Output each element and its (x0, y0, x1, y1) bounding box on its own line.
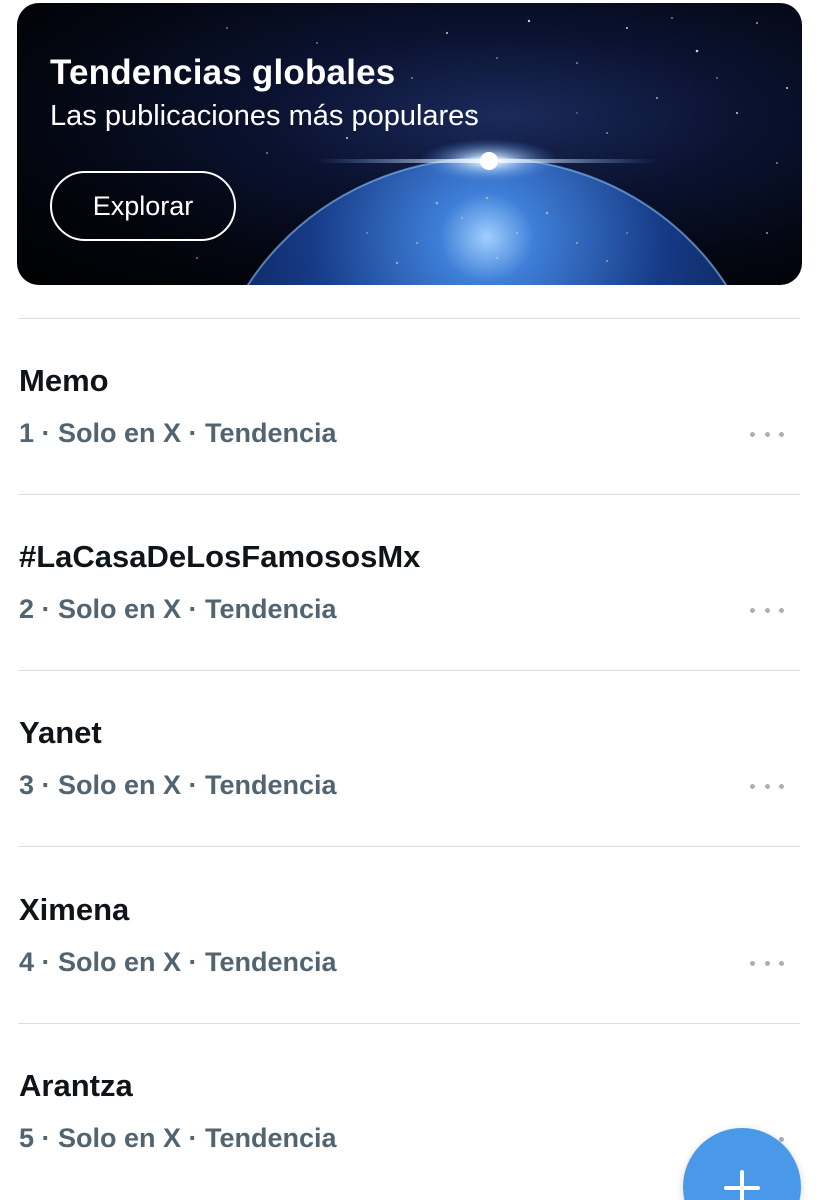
explore-page: Tendencias globales Las publicaciones má… (0, 0, 819, 1200)
trend-meta: 3 · Solo en X · Tendencia (19, 770, 337, 800)
trend-item[interactable]: Ximena 4 · Solo en X · Tendencia (0, 848, 819, 1024)
global-trends-banner[interactable]: Tendencias globales Las publicaciones má… (17, 3, 802, 285)
trend-name: Yanet (19, 715, 102, 750)
trend-divider (18, 846, 800, 847)
banner-title: Tendencias globales (50, 53, 396, 92)
trend-name: Memo (19, 363, 109, 398)
trend-name: Arantza (19, 1068, 133, 1103)
more-horizontal-icon[interactable] (750, 603, 784, 617)
trend-name: Ximena (19, 892, 130, 927)
earth-space-image (166, 17, 788, 285)
trend-item[interactable]: Memo 1 · Solo en X · Tendencia (0, 319, 819, 495)
trend-item[interactable]: Yanet 3 · Solo en X · Tendencia (0, 671, 819, 847)
trend-item[interactable]: #LaCasaDeLosFamososMx 2 · Solo en X · Te… (0, 495, 819, 671)
trend-meta: 5 · Solo en X · Tendencia (19, 1123, 337, 1153)
more-horizontal-icon[interactable] (750, 427, 784, 441)
trend-name: #LaCasaDeLosFamososMx (19, 539, 421, 574)
more-horizontal-icon[interactable] (750, 956, 784, 970)
trend-meta: 1 · Solo en X · Tendencia (19, 418, 337, 448)
trend-meta: 2 · Solo en X · Tendencia (19, 594, 337, 624)
explore-button[interactable]: Explorar (50, 171, 236, 241)
more-horizontal-icon[interactable] (750, 779, 784, 793)
plus-icon (740, 1170, 744, 1200)
trend-meta: 4 · Solo en X · Tendencia (19, 947, 337, 977)
banner-subtitle: Las publicaciones más populares (50, 100, 479, 132)
